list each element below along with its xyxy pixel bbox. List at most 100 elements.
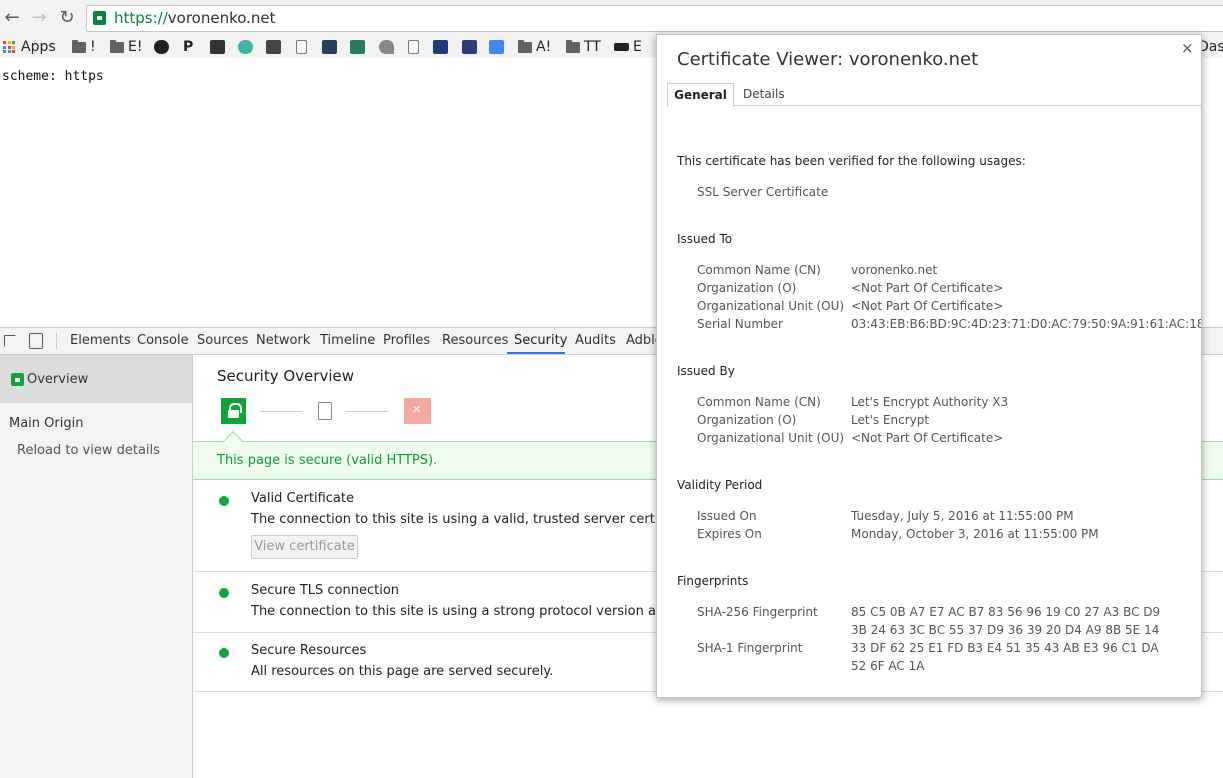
- bookmark-folder[interactable]: A!: [518, 38, 551, 56]
- tab-sources[interactable]: Sources: [197, 333, 248, 348]
- tab-general[interactable]: General: [667, 83, 734, 107]
- pin-icon: [154, 40, 169, 54]
- bookmark-favicon[interactable]: [433, 38, 448, 56]
- tab-audits[interactable]: Audits: [575, 333, 616, 348]
- field-label: Issued On: [697, 509, 757, 523]
- folder-icon: [110, 39, 124, 53]
- sidebar-main-origin: Main Origin: [9, 416, 84, 431]
- sidebar-reload-hint: Reload to view details: [17, 443, 160, 458]
- field-value: <Not Part Of Certificate>: [851, 299, 1004, 313]
- bookmark-folder[interactable]: !: [72, 38, 96, 56]
- validity-heading: Validity Period: [677, 478, 763, 492]
- fingerprints-heading: Fingerprints: [677, 574, 749, 588]
- bookmark-label: !: [90, 39, 96, 55]
- page-icon: [296, 40, 307, 54]
- document-icon: [318, 402, 332, 420]
- bookmark-label: E!: [128, 39, 143, 55]
- field-value: 85 C5 0B A7 E7 AC B7 83 56 96 19 C0 27 A…: [851, 605, 1161, 619]
- page-icon: [408, 40, 419, 54]
- bookmark-label: A!: [536, 39, 552, 55]
- cs-icon: [266, 40, 281, 54]
- field-label: SHA-256 Fingerprint: [697, 605, 818, 619]
- tab-details[interactable]: Details: [743, 87, 785, 101]
- tab-profiles[interactable]: Profiles: [383, 333, 430, 348]
- chart-icon: [350, 40, 365, 54]
- field-value: Monday, October 3, 2016 at 11:55:00 PM: [851, 527, 1099, 541]
- field-label: Organization (O): [697, 281, 797, 295]
- tab-console[interactable]: Console: [137, 333, 189, 348]
- bookmark-favicon[interactable]: [322, 38, 337, 56]
- field-label: Organizational Unit (OU): [697, 431, 845, 445]
- tab-security[interactable]: Security: [514, 333, 567, 348]
- dialog-title: Certificate Viewer: voronenko.net: [677, 49, 979, 70]
- bookmark-p[interactable]: P: [183, 38, 193, 56]
- bookmark-favicon[interactable]: [210, 38, 225, 56]
- sidebar-item-label: Overview: [27, 372, 89, 387]
- bookmark-favicon[interactable]: [238, 38, 253, 56]
- url-host: voronenko.net: [167, 9, 276, 27]
- bookmark-favicon[interactable]: [266, 38, 281, 56]
- field-value: 3B 24 63 3C BC 55 37 D9 36 39 20 D4 A9 8…: [851, 623, 1160, 637]
- item-title: Secure Resources: [251, 643, 367, 658]
- news-icon: [433, 40, 448, 54]
- item-title: Valid Certificate: [251, 491, 354, 506]
- lock-bookmark-icon: [462, 40, 477, 54]
- field-label: Common Name (CN): [697, 395, 821, 409]
- usage-value: SSL Server Certificate: [697, 185, 829, 199]
- issued-by-heading: Issued By: [677, 364, 735, 378]
- bbc-icon: [614, 43, 629, 51]
- field-label: Serial Number: [697, 317, 783, 331]
- url-text[interactable]: https://voronenko.net: [114, 9, 276, 27]
- field-value: 52 6F AC 1A: [851, 659, 925, 673]
- connector-line: [260, 411, 302, 412]
- reload-icon[interactable]: ↻: [56, 8, 78, 30]
- folder-icon: [72, 39, 86, 53]
- cloud-icon: [322, 40, 337, 54]
- tab-network[interactable]: Network: [256, 333, 310, 348]
- status-dot-green: [219, 648, 229, 658]
- apps-grid-icon: [3, 41, 15, 53]
- bookmark-favicon[interactable]: [350, 38, 365, 56]
- bookmark-favicon[interactable]: [489, 38, 504, 56]
- status-dot-green: [219, 588, 229, 598]
- tab-resources[interactable]: Resources: [442, 333, 508, 348]
- field-label: Expires On: [697, 527, 762, 541]
- forward-icon[interactable]: →: [28, 8, 50, 30]
- view-certificate-button[interactable]: View certificate: [251, 535, 358, 559]
- close-icon[interactable]: ×: [1181, 39, 1194, 57]
- mp3-icon: [210, 40, 225, 54]
- folder-icon: [518, 39, 532, 53]
- field-value: 33 DF 62 25 E1 FD B3 E4 51 35 43 AB E3 9…: [851, 641, 1159, 655]
- back-icon[interactable]: ←: [1, 8, 23, 30]
- toolbar-divider: [56, 333, 57, 349]
- rss-icon: [379, 40, 394, 54]
- active-tab-indicator: [507, 352, 565, 354]
- bookmark-favicon[interactable]: [462, 38, 477, 56]
- bookmark-label: TT: [584, 39, 601, 55]
- tab-timeline[interactable]: Timeline: [320, 333, 375, 348]
- field-value: voronenko.net: [851, 263, 938, 277]
- security-overview-title: Security Overview: [217, 367, 354, 385]
- certificate-viewer-dialog: Certificate Viewer: voronenko.net × Gene…: [656, 34, 1202, 698]
- sidebar-item-overview[interactable]: Overview: [0, 355, 192, 403]
- secure-lock-icon: [221, 398, 246, 424]
- bookmark-label: P: [183, 39, 194, 55]
- bookmark-favicon[interactable]: [296, 38, 307, 56]
- item-title: Secure TLS connection: [251, 583, 400, 598]
- secure-lock-icon[interactable]: [93, 11, 106, 25]
- device-mode-icon[interactable]: [29, 333, 43, 349]
- bookmark-favicon[interactable]: [379, 38, 394, 56]
- issued-to-heading: Issued To: [677, 232, 733, 246]
- folder-icon: [566, 39, 580, 53]
- tab-elements[interactable]: Elements: [70, 333, 131, 348]
- inspect-element-icon[interactable]: [4, 335, 16, 347]
- bookmark-bbc[interactable]: E: [614, 38, 642, 56]
- bookmark-folder[interactable]: TT: [566, 38, 601, 56]
- field-value: Let's Encrypt Authority X3: [851, 395, 1009, 409]
- bookmark-favicon[interactable]: [154, 38, 169, 56]
- connector-line: [346, 411, 388, 412]
- field-label: SHA-1 Fingerprint: [697, 641, 803, 655]
- bookmark-favicon[interactable]: [408, 38, 419, 56]
- apps-bookmark[interactable]: Apps: [3, 38, 56, 56]
- bookmark-folder[interactable]: E!: [110, 38, 142, 56]
